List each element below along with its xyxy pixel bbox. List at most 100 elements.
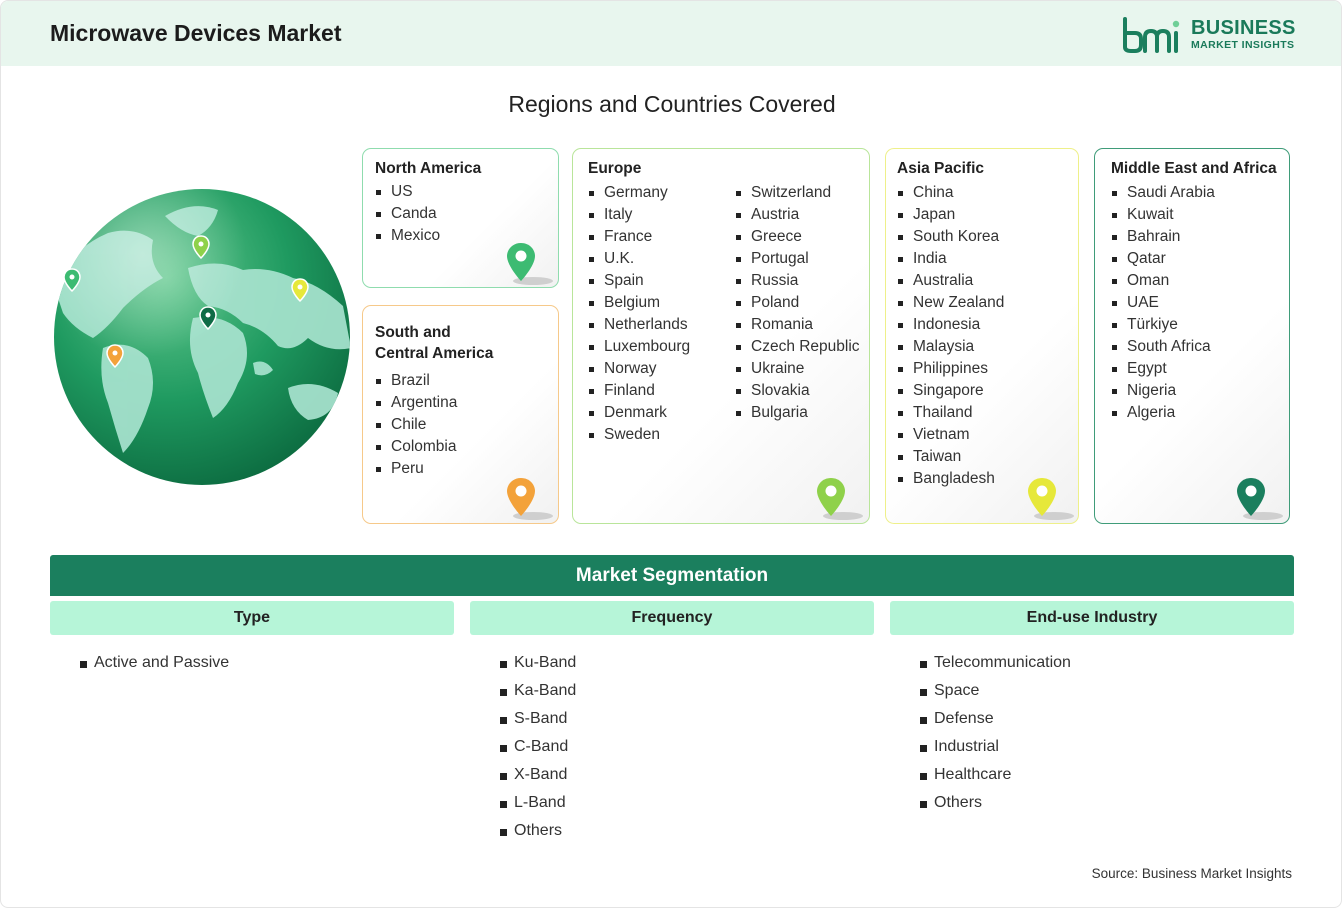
list-item: Japan	[897, 204, 1004, 226]
list-item: Singapore	[897, 380, 1004, 402]
region-card-middle-east-africa: Middle East and Africa Saudi Arabia Kuwa…	[1094, 148, 1290, 524]
country-list-col1: Germany Italy France U.K. Spain Belgium …	[588, 182, 690, 446]
segmentation-title: Market Segmentation	[50, 555, 1294, 596]
list-item: Italy	[588, 204, 690, 226]
list-item: Peru	[375, 458, 457, 480]
list-item: Türkiye	[1111, 314, 1215, 336]
list-item: South Africa	[1111, 336, 1215, 358]
list-item: Switzerland	[735, 182, 860, 204]
list-item: Others	[920, 789, 1071, 817]
regions-title: Regions and Countries Covered	[508, 91, 836, 117]
list-item: Sweden	[588, 424, 690, 446]
logo-text-market-insights: MARKET INSIGHTS	[1191, 39, 1295, 51]
list-item: Norway	[588, 358, 690, 380]
list-item: Industrial	[920, 733, 1071, 761]
list-item: Luxembourg	[588, 336, 690, 358]
list-item: Healthcare	[920, 761, 1071, 789]
list-item: Romania	[735, 314, 860, 336]
list-item: Vietnam	[897, 424, 1004, 446]
map-pin-icon	[817, 478, 863, 520]
list-item: C-Band	[500, 733, 576, 761]
list-item: Belgium	[588, 292, 690, 314]
region-title: North America	[375, 160, 482, 177]
list-item: Poland	[735, 292, 860, 314]
country-list: Saudi Arabia Kuwait Bahrain Qatar Oman U…	[1111, 182, 1215, 424]
list-item: Space	[920, 677, 1071, 705]
list-item: Indonesia	[897, 314, 1004, 336]
list-item: Russia	[735, 270, 860, 292]
map-pin-icon	[1237, 478, 1283, 520]
region-title: South and Central America	[375, 322, 493, 364]
segment-header-frequency: Frequency	[470, 601, 874, 635]
list-item: Bangladesh	[897, 468, 1004, 490]
segment-list-type: Active and Passive	[80, 649, 229, 677]
list-item: Greece	[735, 226, 860, 248]
list-item: Mexico	[375, 225, 440, 247]
list-item: Ka-Band	[500, 677, 576, 705]
segment-header-end-use: End-use Industry	[890, 601, 1294, 635]
region-card-europe: Europe Germany Italy France U.K. Spain B…	[572, 148, 870, 524]
list-item: Nigeria	[1111, 380, 1215, 402]
list-item: Egypt	[1111, 358, 1215, 380]
list-item: Germany	[588, 182, 690, 204]
list-item: Active and Passive	[80, 649, 229, 677]
list-item: Brazil	[375, 370, 457, 392]
bmi-logo-icon	[1123, 17, 1180, 53]
company-logo: BUSINESS MARKET INSIGHTS	[1121, 15, 1301, 55]
list-item: Australia	[897, 270, 1004, 292]
list-item: Slovakia	[735, 380, 860, 402]
list-item: Austria	[735, 204, 860, 226]
list-item: Defense	[920, 705, 1071, 733]
list-item: France	[588, 226, 690, 248]
list-item: Algeria	[1111, 402, 1215, 424]
list-item: U.K.	[588, 248, 690, 270]
list-item: China	[897, 182, 1004, 204]
region-title-line: Central America	[375, 345, 494, 362]
infographic: Microwave Devices Market BUSINESS MARKET…	[0, 0, 1342, 908]
header-bar: Microwave Devices Market BUSINESS MARKET…	[1, 1, 1341, 66]
list-item: Bahrain	[1111, 226, 1215, 248]
list-item: Spain	[588, 270, 690, 292]
list-item: Kuwait	[1111, 204, 1215, 226]
list-item: Philippines	[897, 358, 1004, 380]
logo-text-business: BUSINESS	[1191, 17, 1296, 39]
globe-icon	[54, 189, 350, 485]
list-item: X-Band	[500, 761, 576, 789]
list-item: India	[897, 248, 1004, 270]
region-title: Middle East and Africa	[1111, 160, 1277, 177]
list-item: Others	[500, 817, 576, 845]
country-list-col2: Switzerland Austria Greece Portugal Russ…	[735, 182, 860, 424]
page-title: Microwave Devices Market	[50, 20, 342, 46]
list-item: Thailand	[897, 402, 1004, 424]
list-item: L-Band	[500, 789, 576, 817]
list-item: Portugal	[735, 248, 860, 270]
list-item: South Korea	[897, 226, 1004, 248]
list-item: Netherlands	[588, 314, 690, 336]
region-title: Asia Pacific	[897, 160, 985, 177]
segment-header-type: Type	[50, 601, 454, 635]
list-item: Argentina	[375, 392, 457, 414]
list-item: Qatar	[1111, 248, 1215, 270]
region-card-south-central-america: South and Central America Brazil Argenti…	[362, 305, 559, 524]
region-card-north-america: North America US Canda Mexico	[362, 148, 559, 288]
list-item: Finland	[588, 380, 690, 402]
list-item: Denmark	[588, 402, 690, 424]
source-note: Source: Business Market Insights	[1091, 866, 1292, 881]
map-pin-icon	[1028, 478, 1074, 520]
map-pin-icon	[507, 478, 553, 520]
list-item: Ku-Band	[500, 649, 576, 677]
list-item: New Zealand	[897, 292, 1004, 314]
map-pin-icon	[507, 243, 553, 285]
list-item: Telecommunication	[920, 649, 1071, 677]
list-item: Bulgaria	[735, 402, 860, 424]
list-item: Czech Republic	[735, 336, 860, 358]
list-item: UAE	[1111, 292, 1215, 314]
segment-list-frequency: Ku-Band Ka-Band S-Band C-Band X-Band L-B…	[500, 649, 576, 845]
country-list: US Canda Mexico	[375, 181, 440, 247]
list-item: Taiwan	[897, 446, 1004, 468]
country-list: Brazil Argentina Chile Colombia Peru	[375, 370, 457, 480]
list-item: Colombia	[375, 436, 457, 458]
region-title-line: South and	[375, 324, 451, 341]
region-title: Europe	[588, 160, 642, 177]
list-item: US	[375, 181, 440, 203]
